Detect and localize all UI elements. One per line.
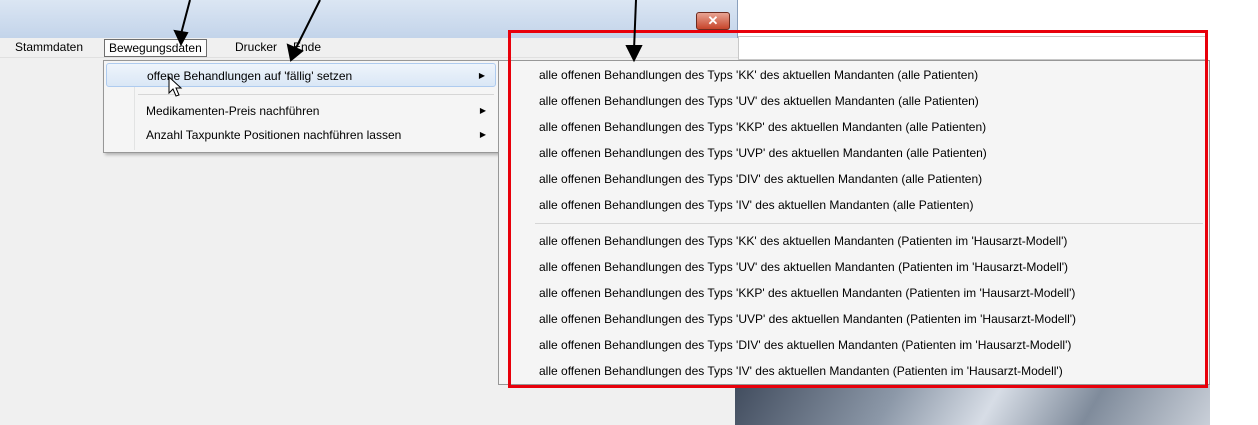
menuitem-anzahl-taxpunkte[interactable]: Anzahl Taxpunkte Positionen nachführen l… [106, 123, 496, 147]
menu-drucker-label: Drucker [235, 40, 278, 54]
menuitem-medikamenten-preis[interactable]: Medikamenten-Preis nachführen ▶ [106, 99, 496, 123]
menu-bewegungsdaten-label: Bewegungsdaten [109, 41, 202, 55]
menu-ende-label: Ende [293, 40, 322, 54]
menuitem-offene-behandlungen[interactable]: offene Behandlungen auf 'fällig' setzen … [106, 63, 496, 87]
menuitem-label: Anzahl Taxpunkte Positionen nachführen l… [146, 128, 402, 142]
menu-stammdaten[interactable]: Stammdaten [11, 39, 87, 57]
menu-separator [138, 94, 494, 95]
submenu-bewegungsdaten: offene Behandlungen auf 'fällig' setzen … [103, 60, 499, 153]
annotation-highlight-box [508, 30, 1208, 388]
submenu-arrow-icon: ▶ [479, 106, 486, 115]
menu-ende[interactable]: Ende [289, 39, 325, 57]
mouse-cursor-icon [168, 76, 183, 97]
submenu-arrow-icon: ▶ [479, 130, 486, 139]
menuitem-label: Medikamenten-Preis nachführen [146, 104, 320, 118]
close-icon[interactable]: ✕ [696, 12, 730, 30]
submenu-arrow-icon: ▶ [478, 71, 485, 80]
menu-drucker[interactable]: Drucker [231, 39, 281, 57]
menu-bewegungsdaten[interactable]: Bewegungsdaten [104, 39, 207, 57]
menu-stammdaten-label: Stammdaten [15, 40, 84, 54]
